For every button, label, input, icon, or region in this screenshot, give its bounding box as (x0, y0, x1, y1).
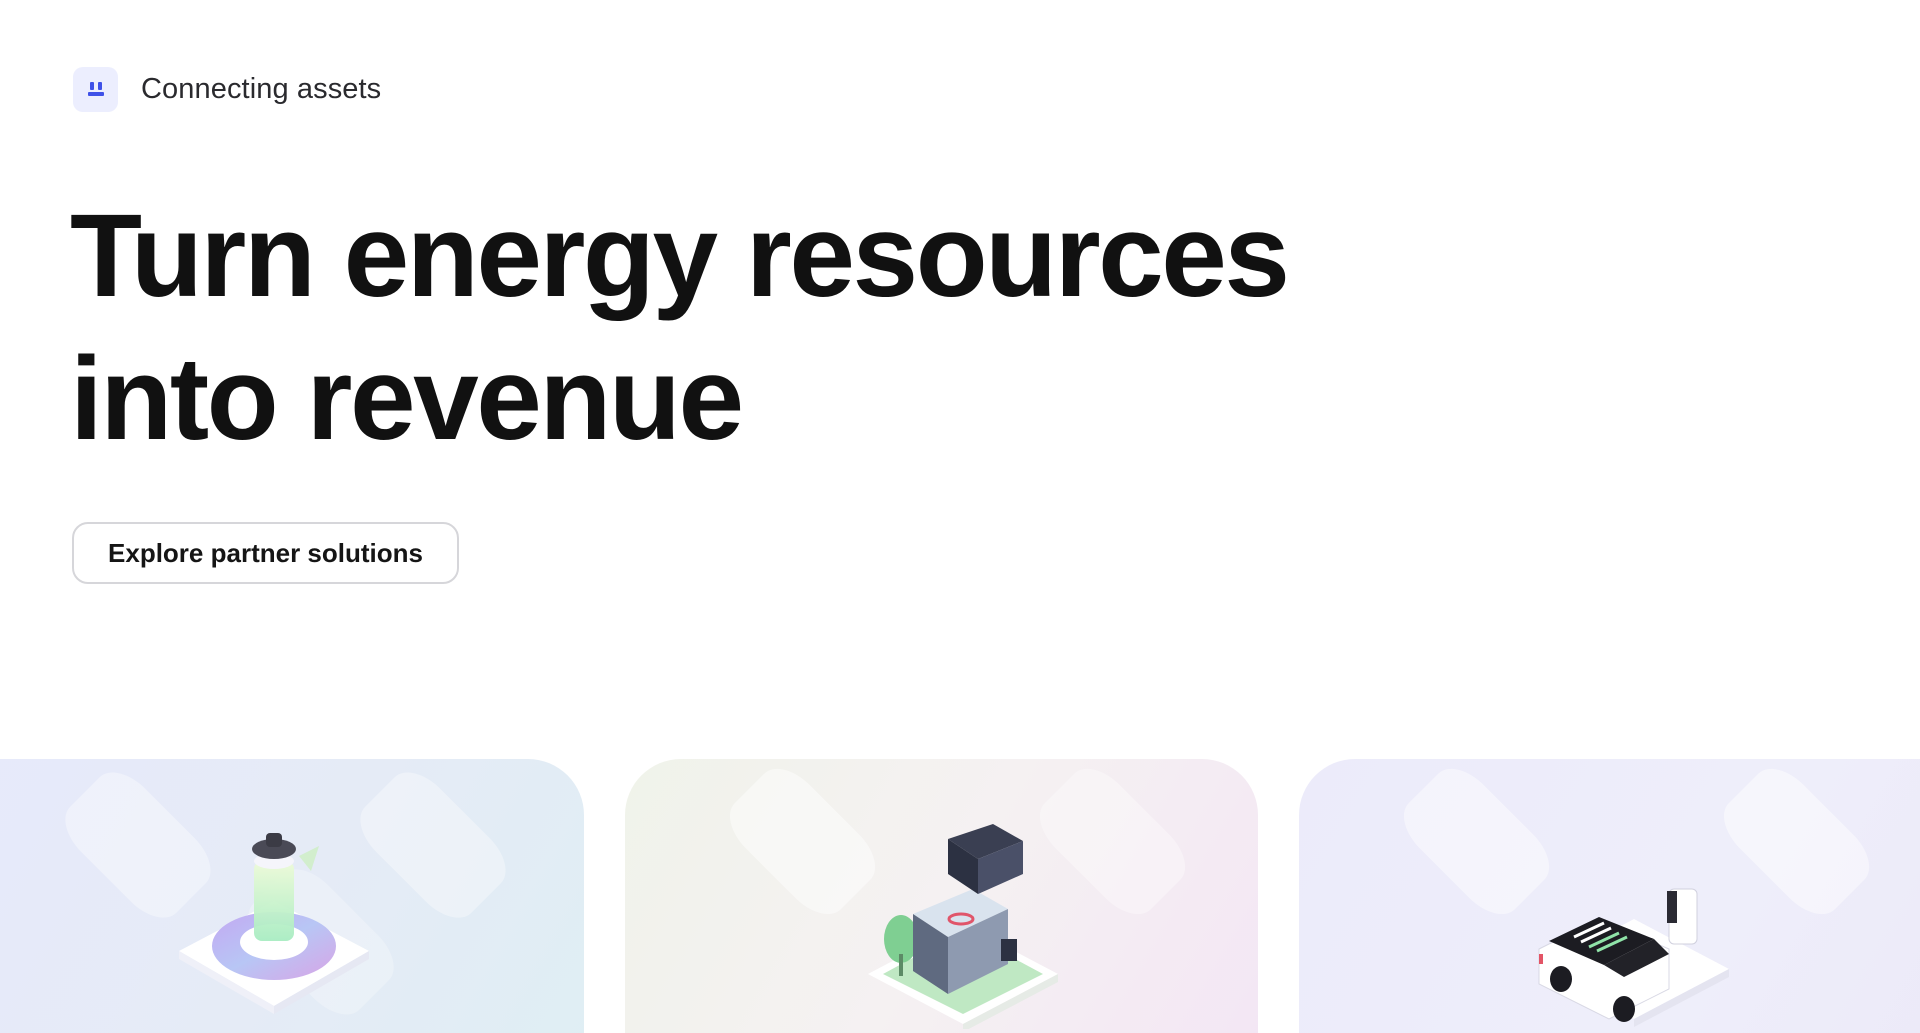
explore-partner-solutions-button[interactable]: Explore partner solutions (72, 522, 459, 584)
eyebrow-label: Connecting assets (141, 73, 382, 105)
card-smart-home[interactable] (625, 759, 1258, 1033)
section-eyebrow: Connecting assets (73, 67, 381, 112)
card-battery-storage[interactable] (0, 759, 584, 1033)
page-headline: Turn energy resources into revenue (70, 185, 1470, 471)
headline-line-2: into revenue (70, 333, 744, 465)
asset-cards (0, 759, 1920, 1033)
headline-line-1: Turn energy resources (70, 190, 1290, 322)
smart-home-illustration (868, 824, 1058, 1029)
battery-storage-illustration (179, 833, 369, 1014)
card-electric-vehicle[interactable] (1299, 759, 1920, 1033)
page: Connecting assets Turn energy resources … (0, 0, 1920, 1033)
electric-vehicle-charging-illustration (1538, 888, 1729, 1027)
pylon-icon (73, 67, 118, 112)
